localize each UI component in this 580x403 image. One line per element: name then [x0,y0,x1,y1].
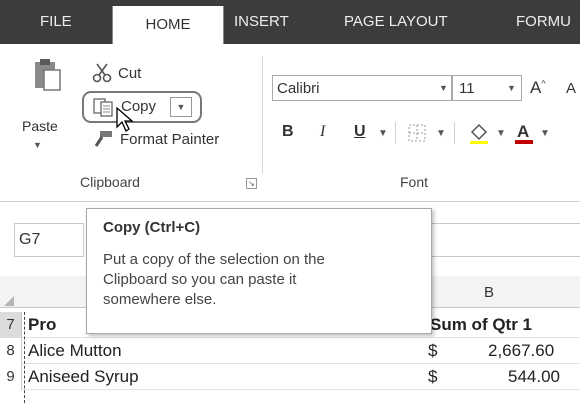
font-name-select[interactable]: Calibri ▼ [272,75,452,101]
cell-b7[interactable]: Sum of Qtr 1 [430,312,532,338]
toolbar-divider [395,122,396,144]
format-painter-label: Format Painter [120,130,220,148]
cell-b9-currency: $ [428,367,438,386]
mouse-cursor-icon [116,107,134,132]
table-row: Alice Mutton $ 2,667.60 [22,338,580,364]
bold-button[interactable]: B [282,123,294,141]
cell-b9[interactable]: 544.00 [508,364,560,390]
format-painter-icon [94,131,112,147]
dialog-launcher-icon[interactable]: ↘ [246,178,257,189]
copy-marquee [24,312,25,403]
column-header-b[interactable]: B [484,284,494,301]
borders-dropdown-arrow[interactable]: ▼ [436,128,446,139]
font-name-value: Calibri [277,80,320,97]
shrink-font-button[interactable]: A [566,80,576,97]
tab-file[interactable]: FILE [40,0,72,44]
tab-formulas[interactable]: FORMU [516,0,571,44]
select-all-corner[interactable] [4,296,14,306]
svg-text:A: A [517,122,529,141]
tab-page-layout[interactable]: PAGE LAYOUT [344,0,448,44]
row-header[interactable]: 7 [0,312,22,338]
grow-font-button[interactable]: A^ [530,78,546,98]
copy-icon [93,98,113,117]
font-color-icon[interactable]: A [514,121,534,145]
underline-button[interactable]: U [354,123,366,141]
group-separator [262,56,263,174]
font-size-value: 11 [459,80,475,97]
cell-b8-currency: $ [428,341,438,360]
row-header[interactable]: 9 [0,364,22,390]
chevron-down-icon: ▼ [507,83,516,93]
fill-color-dropdown-arrow[interactable]: ▼ [496,128,506,139]
cut-label: Cut [118,64,142,82]
chevron-down-icon: ▼ [439,83,448,93]
copy-dropdown-arrow[interactable]: ▼ [170,97,192,117]
paste-button-label[interactable]: Paste [22,118,58,134]
tooltip-line: Put a copy of the selection on the [103,251,325,268]
grow-font-label: A [530,78,542,97]
row-header[interactable]: 8 [0,338,22,364]
format-painter-button[interactable]: Format Painter [92,128,219,150]
tab-insert[interactable]: INSERT [234,0,289,44]
italic-button[interactable]: I [320,123,325,141]
fill-color-icon[interactable] [468,122,490,144]
name-box[interactable]: G7 [14,223,84,257]
tooltip-line: Clipboard so you can paste it [103,271,297,288]
clipboard-group-label: Clipboard [80,174,140,190]
tooltip-title: Copy (Ctrl+C) [103,219,201,236]
font-size-select[interactable]: 11 ▼ [452,75,522,101]
cut-button[interactable]: Cut [92,62,141,84]
underline-dropdown-arrow[interactable]: ▼ [378,128,388,139]
name-box-value: G7 [19,231,41,248]
copy-button[interactable]: Copy ▼ [82,91,202,123]
formula-input[interactable] [430,223,580,257]
cell-a7[interactable]: Pro [28,312,56,338]
paste-icon[interactable] [34,58,62,92]
tab-home[interactable]: HOME [112,6,224,44]
cell-b8[interactable]: 2,667.60 [488,338,554,364]
tooltip-line: somewhere else. [103,291,217,308]
cell-a9[interactable]: Aniseed Syrup [28,364,139,390]
table-row: Aniseed Syrup $ 544.00 [22,364,580,390]
font-group-label: Font [400,174,429,190]
cell-a8[interactable]: Alice Mutton [28,338,122,364]
font-color-dropdown-arrow[interactable]: ▼ [540,128,550,139]
scissors-icon [92,63,112,83]
paste-dropdown-arrow[interactable]: ▼ [33,140,42,150]
ribbon-tab-bar: FILE HOME INSERT PAGE LAYOUT FORMU [0,0,580,44]
borders-icon[interactable] [408,124,426,142]
copy-tooltip: Copy (Ctrl+C) Put a copy of the selectio… [86,208,432,334]
toolbar-divider [454,122,455,144]
